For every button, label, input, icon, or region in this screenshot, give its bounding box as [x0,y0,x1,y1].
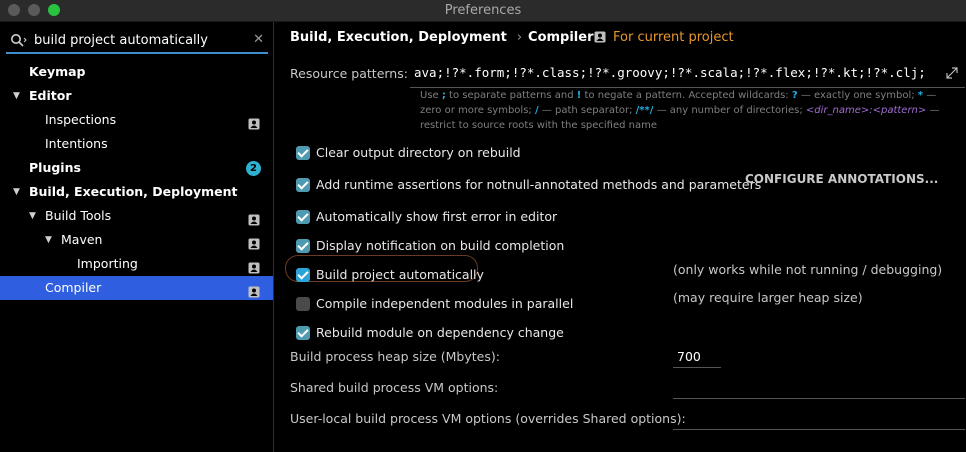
expand-arrow-icon[interactable]: ▼ [13,84,20,108]
breadcrumb-parent[interactable]: Build, Execution, Deployment [290,30,507,45]
resource-patterns-hint: Use ; to separate patterns and ! to nega… [420,88,950,133]
resource-patterns-label: Resource patterns: [290,66,408,81]
configure-annotations-link[interactable]: CONFIGURE ANNOTATIONS... [745,172,938,186]
sidebar-item-keymap[interactable]: Keymap [0,60,273,84]
option-label[interactable]: Compile independent modules in parallel [316,296,573,311]
sidebar-item-compiler[interactable]: Compiler [0,276,273,300]
option-checkbox[interactable] [296,326,310,340]
user-vm-options-input[interactable] [673,408,965,430]
hint-token: /**/ [635,105,654,116]
project-scope-icon [248,282,260,298]
sidebar-item-label: Editor [29,88,72,103]
resource-patterns-input[interactable]: ava;!?*.form;!?*.class;!?*.groovy;!?*.sc… [410,62,965,88]
expand-arrow-icon[interactable]: ▼ [29,204,36,228]
sidebar-item-label: Build, Execution, Deployment [29,184,238,199]
shared-vm-options-label: Shared build process VM options: [290,380,499,395]
breadcrumb-separator: › [516,30,523,45]
sidebar-item-editor[interactable]: ▼ Editor [0,84,273,108]
sidebar-item-inspections[interactable]: Inspections [0,108,273,132]
breadcrumb-current: Compiler [528,30,594,45]
option-checkbox[interactable] [296,210,310,224]
project-scope-text: For current project [613,30,734,45]
hint-text: Use [420,90,442,101]
title-bar: Preferences [0,0,966,22]
search-icon [10,33,28,49]
sidebar-item-label: Intentions [45,136,108,151]
user-vm-options-label: User-local build process VM options (ove… [290,411,686,426]
hint-token: <dir_name>:<pattern> [805,105,927,116]
hint-text: to separate patterns and [445,90,577,101]
heap-size-label: Build process heap size (Mbytes): [290,349,500,364]
compiler-settings-panel: Build, Execution, Deployment › Compiler Fo… [275,22,966,452]
option-checkbox[interactable] [296,146,310,160]
option-label[interactable]: Add runtime assertions for notnull-annot… [316,177,761,192]
option-label[interactable]: Build project automatically [316,267,484,282]
option-checkbox[interactable] [296,239,310,253]
sidebar-item-importing[interactable]: Importing [0,252,273,276]
project-scope-icon [248,114,260,130]
expand-arrow-icon[interactable]: ▼ [13,180,20,204]
hint-text: — path separator; [538,105,636,116]
option-checkbox[interactable] [296,178,310,192]
hint-text: — exactly one symbol; [797,90,918,101]
hint-text: to negate a pattern. Accepted wildcards: [581,90,792,101]
sidebar-item-maven[interactable]: ▼ Maven [0,228,273,252]
option-label[interactable]: Automatically show first error in editor [316,209,557,224]
hint-text: — any number of directories; [653,105,806,116]
sidebar-item-label: Build Tools [45,208,112,223]
build-auto-note: (only works while not running / debuggin… [673,262,943,277]
sidebar-item-build-execution-deployment[interactable]: ▼ Build, Execution, Deployment [0,180,273,204]
sidebar-item-label: Keymap [29,64,86,79]
settings-sidebar: build project automatically ✕ Keymap ▼ Edi… [0,22,274,452]
settings-tree: Keymap ▼ Editor Inspections Intentions Plugin… [0,60,273,300]
parallel-note: (may require larger heap size) [673,290,863,305]
option-checkbox[interactable] [296,268,310,282]
option-label[interactable]: Rebuild module on dependency change [316,325,564,340]
search-input[interactable]: build project automatically [34,33,208,48]
sidebar-item-intentions[interactable]: Intentions [0,132,273,156]
updates-badge: 2 [246,161,261,176]
expand-field-icon[interactable] [945,66,959,80]
sidebar-item-label: Inspections [45,112,117,127]
sidebar-item-label: Plugins [29,160,81,175]
breadcrumb: Build, Execution, Deployment › Compiler [290,30,594,45]
sidebar-item-plugins[interactable]: Plugins 2 [0,156,273,180]
project-scope-icon [248,210,260,226]
clear-search-icon[interactable]: ✕ [253,32,264,47]
sidebar-item-label: Importing [77,256,138,271]
option-label[interactable]: Clear output directory on rebuild [316,145,521,160]
sidebar-item-label: Compiler [45,280,102,295]
heap-size-input[interactable]: 700 [673,346,721,368]
project-scope-icon [248,258,260,274]
project-scope-icon [248,234,260,250]
sidebar-item-build-tools[interactable]: ▼ Build Tools [0,204,273,228]
option-checkbox[interactable] [296,297,310,311]
window-title: Preferences [444,3,522,18]
sidebar-item-label: Maven [61,232,103,247]
settings-search-field[interactable]: build project automatically ✕ [6,30,268,54]
expand-arrow-icon[interactable]: ▼ [45,228,52,252]
option-label[interactable]: Display notification on build completion [316,238,564,253]
shared-vm-options-input[interactable] [673,377,965,399]
project-scope-icon [594,31,606,43]
